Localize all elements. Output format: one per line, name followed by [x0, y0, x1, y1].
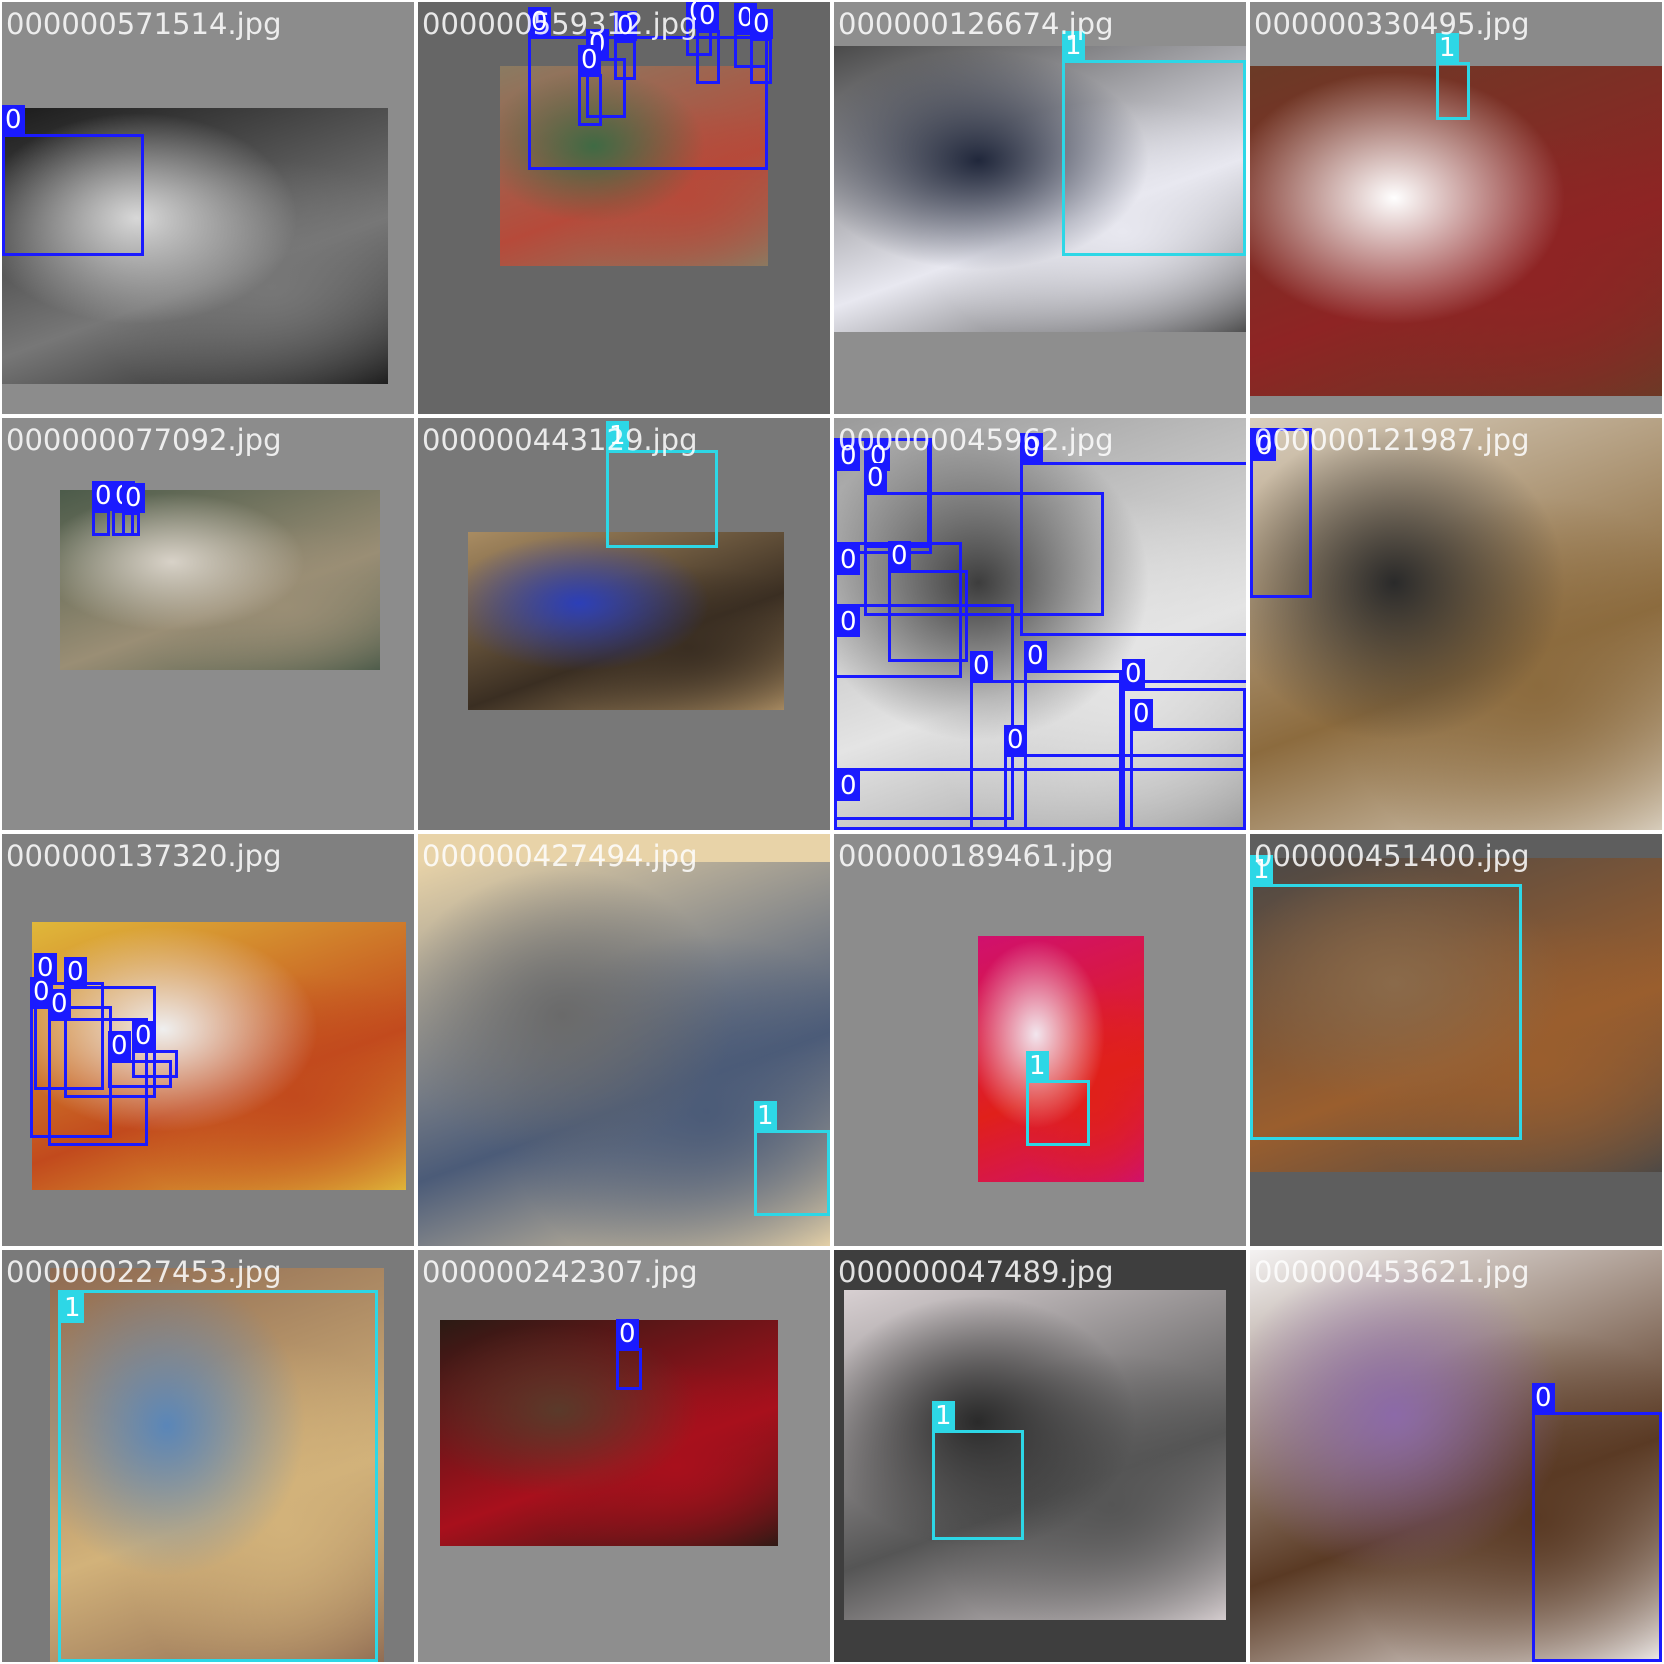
tile-filename: 000000242307.jpg — [422, 1255, 698, 1289]
box-class-label: 0 — [1024, 641, 1047, 671]
mosaic-grid: 000000571514.jpg 0 000000559312.jpg 0 0 0 0 0 0 0… — [0, 0, 1664, 1664]
bounding-box-class-0: 0 — [122, 483, 145, 536]
tile-filename: 000000453621.jpg — [1254, 1255, 1530, 1289]
box-class-label: 0 — [48, 989, 71, 1019]
tile-filename: 000000443129.jpg — [422, 423, 698, 457]
bounding-box-class-0: 0 — [1020, 433, 1246, 636]
bounding-box-class-0: 0 — [528, 7, 768, 170]
bounding-box-class-1: 1 — [932, 1401, 1024, 1540]
mosaic-tile: 000000045962.jpg 0 0 0 0 0 0 0 0 0 0 0 0 0 — [834, 418, 1246, 830]
bounding-box-class-1: 1 — [1250, 855, 1522, 1140]
mosaic-tile: 000000242307.jpg 0 — [418, 1250, 830, 1662]
mosaic-tile: 000000427494.jpg 1 — [418, 834, 830, 1246]
box-class-label: 0 — [837, 607, 860, 637]
bounding-box-class-1: 1 — [58, 1290, 378, 1662]
bounding-box-class-0: 0 — [616, 1319, 642, 1390]
tile-filename: 000000189461.jpg — [838, 839, 1114, 873]
box-class-label: 0 — [122, 483, 145, 513]
bounding-box-class-0: 0 — [108, 1031, 172, 1088]
box-class-label: 0 — [1122, 659, 1145, 689]
box-class-label: 0 — [108, 1031, 131, 1061]
mosaic-tile: 000000189461.jpg 1 — [834, 834, 1246, 1246]
tile-filename: 000000121987.jpg — [1254, 423, 1530, 457]
bounding-box-class-0: 0 — [750, 9, 773, 84]
bounding-box-class-0: 0 — [578, 45, 602, 126]
bounding-box-class-0: 0 — [696, 2, 720, 84]
box-class-label: 0 — [837, 545, 860, 575]
bounding-box-class-1: 1 — [754, 1101, 830, 1216]
mosaic-tile: 000000126674.jpg 1 — [834, 2, 1246, 414]
tile-filename: 000000047489.jpg — [838, 1255, 1114, 1289]
mosaic-tile: 000000077092.jpg000 — [2, 418, 414, 830]
mosaic-tile: 000000227453.jpg 1 — [2, 1250, 414, 1662]
box-class-label: 0 — [696, 2, 719, 31]
bounding-box-class-0: 0 — [1532, 1383, 1662, 1662]
tile-filename: 000000227453.jpg — [6, 1255, 282, 1289]
tile-filename: 000000571514.jpg — [6, 7, 282, 41]
box-class-label: 1 — [754, 1101, 777, 1131]
tile-filename: 000000137320.jpg — [6, 839, 282, 873]
mosaic-tile: 000000137320.jpg 0 0 0 0 0 0 — [2, 834, 414, 1246]
box-class-label: 0 — [132, 1021, 155, 1051]
bounding-box-class-0: 0 — [834, 768, 1246, 830]
mosaic-tile: 000000121987.jpg 0 — [1250, 418, 1662, 830]
box-class-label: 0 — [64, 957, 87, 987]
mosaic-tile: 000000330495.jpg 1 — [1250, 2, 1662, 414]
mosaic-tile: 000000571514.jpg 0 — [2, 2, 414, 414]
box-class-label: 0 — [750, 9, 773, 39]
box-class-label: 0 — [616, 1319, 639, 1349]
tile-filename: 000000330495.jpg — [1254, 7, 1530, 41]
box-class-label: 0 — [1004, 725, 1027, 755]
box-class-label: 0 — [970, 651, 993, 681]
bounding-box-class-1: 1 — [1062, 31, 1246, 256]
mosaic-tile: 000000559312.jpg00000000 — [418, 2, 830, 414]
box-class-label: 1 — [61, 1293, 84, 1323]
mosaic-tile: 000000047489.jpg 1 — [834, 1250, 1246, 1662]
bounding-box-class-1: 1 — [1436, 33, 1470, 120]
photo-image — [440, 1320, 778, 1546]
tile-filename: 000000427494.jpg — [422, 839, 698, 873]
tile-filename: 000000451400.jpg — [1254, 839, 1530, 873]
bounding-box-class-0: 0 — [92, 481, 115, 536]
box-class-label: 1 — [932, 1401, 955, 1431]
mosaic-tile: 000000453621.jpg 0 — [1250, 1250, 1662, 1662]
box-class-label: 0 — [2, 105, 25, 135]
box-class-label: 1 — [1026, 1051, 1049, 1081]
tile-filename: 000000126674.jpg — [838, 7, 1114, 41]
box-class-label: 0 — [1532, 1383, 1555, 1413]
photo-image — [468, 532, 784, 710]
bounding-box-class-1: 1 — [606, 421, 718, 548]
photo-image — [844, 1290, 1226, 1620]
tile-filename: 000000077092.jpg — [6, 423, 282, 457]
mosaic-tile: 000000451400.jpg 1 — [1250, 834, 1662, 1246]
tile-filename: 000000045962.jpg — [838, 423, 1114, 457]
box-class-label: 0 — [578, 45, 601, 75]
bounding-box-class-0: 0 — [2, 105, 144, 256]
box-class-label: 0 — [837, 771, 860, 801]
tile-filename: 000000559312.jpg — [422, 7, 698, 41]
box-class-label: 0 — [1130, 699, 1153, 729]
bounding-box-class-1: 1 — [1026, 1051, 1090, 1146]
box-class-label: 0 — [864, 463, 887, 493]
box-class-label: 0 — [888, 541, 911, 571]
bounding-box-class-0: 0 — [614, 11, 637, 80]
mosaic-tile: 000000443129.jpg 1 — [418, 418, 830, 830]
